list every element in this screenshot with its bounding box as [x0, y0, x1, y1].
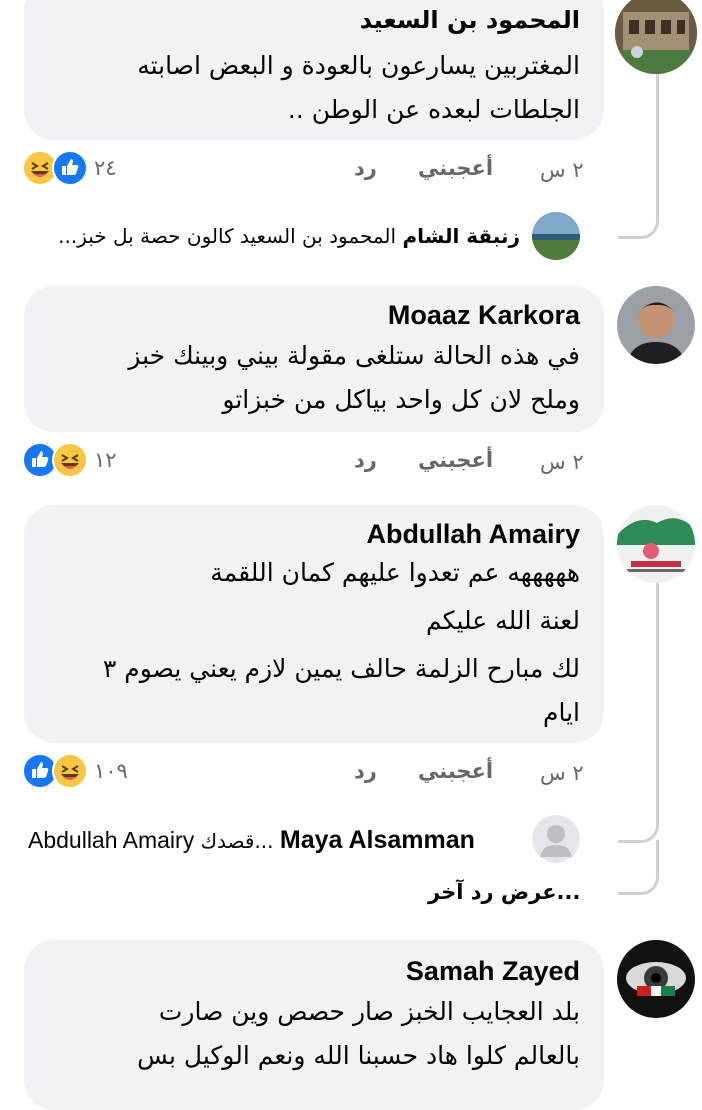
reply-mention[interactable]: Abdullah Amairy: [28, 827, 194, 853]
reply-preview[interactable]: Abdullah Amairy قصدك... Maya Alsamman: [28, 826, 475, 855]
reply-text: المحمود بن السعيد كالون حصة بل خبز...: [58, 224, 397, 248]
reply-preview[interactable]: زنبقة الشام المحمود بن السعيد كالون حصة …: [58, 224, 520, 248]
avatar[interactable]: [617, 505, 695, 583]
comment-text-line: المغتربين يسارعون بالعودة و البعض اصابته: [137, 51, 580, 80]
comment-time[interactable]: ٢ س: [540, 761, 584, 785]
like-button[interactable]: أعجبني: [418, 759, 493, 783]
reaction-count: ٢٤: [94, 156, 117, 180]
avatar[interactable]: [617, 286, 695, 364]
comment-author[interactable]: Moaaz Karkora: [388, 300, 580, 331]
reaction-count: ١٢: [94, 448, 117, 472]
haha-icon: [52, 753, 88, 789]
reply-author[interactable]: Maya Alsamman: [280, 826, 475, 854]
comment-text-line: وملح لان كل واحد بياكل من خبزاتو: [222, 385, 580, 414]
reactions-summary[interactable]: ١٠٩: [22, 753, 128, 789]
reply-button[interactable]: رد: [354, 448, 377, 472]
reaction-count: ١٠٩: [94, 759, 128, 783]
like-button[interactable]: أعجبني: [418, 156, 493, 180]
avatar[interactable]: [617, 940, 695, 1018]
thread-line: [618, 840, 659, 895]
like-button[interactable]: أعجبني: [418, 448, 493, 472]
comment-bubble: Moaaz Karkora في هذه الحالة ستلغى مقولة …: [24, 286, 604, 432]
comment-text-line: بالعالم كلوا هاد حسبنا الله ونعم الوكيل …: [137, 1041, 580, 1070]
comment-bubble: Samah Zayed بلد العجايب الخبز صار حصص وي…: [24, 940, 604, 1110]
thread-line: [618, 582, 659, 843]
reply-author[interactable]: زنبقة الشام: [402, 224, 520, 248]
comment-text-line: في هذه الحالة ستلغى مقولة بيني وبينك خبز: [128, 341, 580, 370]
reply-button[interactable]: رد: [354, 156, 377, 180]
avatar[interactable]: [532, 212, 580, 260]
comment-author[interactable]: Abdullah Amairy: [366, 519, 580, 550]
comment-time[interactable]: ٢ س: [540, 450, 584, 474]
reply-text: قصدك...: [200, 829, 274, 853]
comment-author[interactable]: المحمود بن السعيد: [360, 6, 580, 34]
comment-time[interactable]: ٢ س: [540, 158, 584, 182]
comment-bubble: المحمود بن السعيد المغتربين يسارعون بالع…: [24, 0, 604, 140]
reactions-summary[interactable]: ٢٤: [22, 150, 117, 186]
thread-line: [618, 70, 659, 239]
avatar[interactable]: [532, 815, 580, 863]
comment-text-line: الجلطات لبعده عن الوطن ..: [287, 95, 580, 124]
reply-button[interactable]: رد: [354, 759, 377, 783]
comment-text-line: ايام: [543, 698, 580, 727]
comment-author[interactable]: Samah Zayed: [406, 956, 580, 987]
view-more-replies[interactable]: عرض رد آخر...: [428, 880, 580, 904]
reactions-summary[interactable]: ١٢: [22, 442, 117, 478]
comment-bubble: Abdullah Amairy هههههه عم تعدوا عليهم كم…: [24, 505, 604, 743]
comment-text-line: هههههه عم تعدوا عليهم كمان اللقمة: [210, 558, 580, 587]
comment-text-line: لك مبارح الزلمة حالف يمين لازم يعني يصوم…: [102, 654, 580, 683]
haha-icon: [52, 442, 88, 478]
comment-text-line: بلد العجايب الخبز صار حصص وين صارت: [158, 997, 580, 1026]
avatar[interactable]: [615, 0, 697, 74]
like-icon: [52, 150, 88, 186]
comment-text-line: لعنة الله عليكم: [426, 606, 580, 635]
